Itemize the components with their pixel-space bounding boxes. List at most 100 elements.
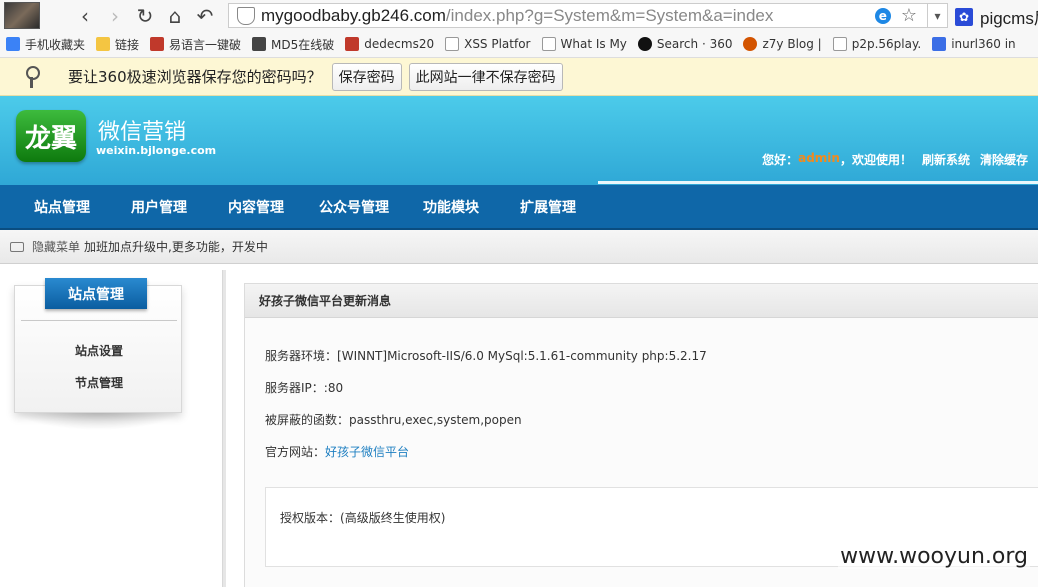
bookmark-item[interactable]: inurl360 in xyxy=(932,37,1016,51)
url-path: /index.php?g=System&m=System&a=index xyxy=(445,5,774,25)
main-nav: 站点管理 用户管理 内容管理 公众号管理 功能模块 扩展管理 xyxy=(0,185,1038,230)
license-label: 授权版本： xyxy=(280,511,341,525)
server-env-label: 服务器环境： xyxy=(265,349,338,363)
server-env-row: 服务器环境：[WINNT]Microsoft-IIS/6.0 MySql:5.1… xyxy=(265,347,707,364)
user-info: 您好： admin ，欢迎使用！ 刷新系统 清除缓存 xyxy=(762,151,1028,168)
bookmark-item[interactable]: 手机收藏夹 xyxy=(6,36,85,53)
official-website-row: 官方网站：好孩子微信平台 xyxy=(265,443,409,460)
server-ip-row: 服务器IP：:80 xyxy=(265,379,343,396)
disabled-functions-label: 被屏蔽的函数： xyxy=(265,413,350,427)
license-value: (高级版终生使用权) xyxy=(340,511,446,525)
site-favicon xyxy=(345,37,360,51)
refresh-system-link[interactable]: 刷新系统 xyxy=(922,151,970,168)
sidebar-item-site-settings[interactable]: 站点设置 xyxy=(15,342,183,359)
undo-icon[interactable]: ↶ xyxy=(190,1,220,31)
folder-icon xyxy=(96,37,111,51)
site-subtitle: weixin.bjlonge.com xyxy=(96,144,217,157)
nav-user-management[interactable]: 用户管理 xyxy=(131,197,187,217)
site-title: 微信营销 xyxy=(98,120,187,145)
page-icon xyxy=(445,37,460,51)
nav-feature-modules[interactable]: 功能模块 xyxy=(423,197,479,217)
home-icon[interactable]: ⌂ xyxy=(160,1,190,31)
watermark: www.wooyun.org xyxy=(838,544,1030,569)
tab-preview-title: pigcms后 xyxy=(980,9,1038,28)
reload-icon[interactable]: ↻ xyxy=(130,1,160,31)
bug-icon xyxy=(743,37,758,51)
save-password-button[interactable]: 保存密码 xyxy=(331,62,402,91)
bookmark-item[interactable]: MD5在线破 xyxy=(252,36,334,53)
nav-content-management[interactable]: 内容管理 xyxy=(228,197,284,217)
server-ip-label: 服务器IP： xyxy=(265,381,324,395)
clear-cache-link[interactable]: 清除缓存 xyxy=(980,151,1028,168)
panel-title: 好孩子微信平台更新消息 xyxy=(245,284,1038,318)
sidebar-shadow xyxy=(14,410,182,430)
bookmark-label: 手机收藏夹 xyxy=(25,37,86,52)
avatar[interactable] xyxy=(4,2,40,29)
sidebar-item-node-management[interactable]: 节点管理 xyxy=(15,374,183,391)
greeting-suffix: ，欢迎使用！ xyxy=(839,153,912,167)
chevron-down-icon[interactable]: ▾ xyxy=(927,4,947,27)
site-favicon xyxy=(150,37,165,51)
page-icon xyxy=(832,37,847,51)
notice-text: 加班加点升级中,更多功能，开发中 xyxy=(84,240,268,254)
paw-icon: ✿ xyxy=(955,7,973,26)
shield-icon xyxy=(237,6,255,25)
key-icon xyxy=(24,65,40,88)
password-prompt-text: 要让360极速浏览器保存您的密码吗？ xyxy=(68,68,322,86)
bookmark-item[interactable]: 易语言一键破 xyxy=(150,36,241,53)
bookmark-label: 易语言一键破 xyxy=(169,37,242,52)
github-icon xyxy=(637,37,652,51)
ie-icon[interactable]: e xyxy=(874,7,891,24)
url-text: mygoodbaby.gb246.com/index.php?g=System&… xyxy=(261,6,773,26)
bookmark-label: Search · 360 xyxy=(656,37,733,51)
url-host: mygoodbaby.gb246.com xyxy=(261,5,446,25)
bookmark-label: What Is My xyxy=(560,37,627,51)
bookmark-item[interactable]: XSS Platfor xyxy=(445,37,531,51)
layout-divider xyxy=(222,270,226,587)
disabled-functions-value: passthru,exec,system,popen xyxy=(349,413,522,427)
site-favicon xyxy=(252,37,267,51)
page-icon xyxy=(541,37,556,51)
phone-icon xyxy=(6,37,20,51)
menu-toggle-icon[interactable] xyxy=(10,241,24,252)
nav-site-management[interactable]: 站点管理 xyxy=(34,197,90,217)
hide-menu-link[interactable]: 隐藏菜单 xyxy=(32,238,80,255)
logo[interactable]: 龙翼 xyxy=(16,110,86,162)
sidebar-divider xyxy=(21,320,177,321)
bookmark-item[interactable]: dedecms20 xyxy=(345,37,434,51)
bookmark-item[interactable]: What Is My xyxy=(541,37,627,51)
bookmark-item[interactable]: 链接 xyxy=(96,36,139,53)
bookmark-label: inurl360 in xyxy=(951,37,1016,51)
forward-icon[interactable]: › xyxy=(100,1,130,31)
bookmark-item[interactable]: Search · 360 xyxy=(637,37,733,51)
browser-toolbar: ‹ › ↻ ⌂ ↶ mygoodbaby.gb246.com/index.php… xyxy=(0,0,1038,31)
star-icon[interactable]: ☆ xyxy=(901,5,917,26)
address-bar[interactable]: mygoodbaby.gb246.com/index.php?g=System&… xyxy=(228,3,948,28)
bookmark-item[interactable]: z7y Blog | xyxy=(743,37,822,51)
sidebar-title[interactable]: 站点管理 xyxy=(45,278,147,309)
bookmarks-bar: 手机收藏夹 链接 易语言一键破 MD5在线破 dedecms20 XSS Pla… xyxy=(0,31,1038,58)
google-icon xyxy=(932,37,947,51)
never-save-button[interactable]: 此网站一律不保存密码 xyxy=(408,62,563,91)
tab-preview[interactable]: ✿ pigcms后 xyxy=(955,4,1038,29)
sidebar: 站点管理 站点设置 节点管理 xyxy=(14,278,183,413)
bookmark-label: 链接 xyxy=(115,37,140,52)
back-icon[interactable]: ‹ xyxy=(70,1,100,31)
official-website-label: 官方网站： xyxy=(265,445,326,459)
bookmark-item[interactable]: p2p.56play. xyxy=(832,37,922,51)
update-message-panel: 好孩子微信平台更新消息 服务器环境：[WINNT]Microsoft-IIS/6… xyxy=(244,283,1038,587)
username[interactable]: admin xyxy=(798,151,840,168)
license-text: 授权版本：(高级版终生使用权) xyxy=(280,509,445,526)
server-env-value: [WINNT]Microsoft-IIS/6.0 MySql:5.1.61-co… xyxy=(337,349,707,363)
notice-bar: 隐藏菜单 加班加点升级中,更多功能，开发中 xyxy=(0,230,1038,264)
header-divider xyxy=(598,181,1038,184)
nav-account-management[interactable]: 公众号管理 xyxy=(319,197,389,217)
bookmark-label: MD5在线破 xyxy=(271,37,335,52)
bookmark-label: p2p.56play. xyxy=(851,37,922,51)
official-website-link[interactable]: 好孩子微信平台 xyxy=(325,445,409,459)
bookmark-label: z7y Blog | xyxy=(762,37,822,51)
greeting-prefix: 您好： xyxy=(762,153,799,167)
site-header: 龙翼 微信营销 weixin.bjlonge.com 您好： admin ，欢迎… xyxy=(0,96,1038,185)
server-ip-value: :80 xyxy=(323,381,344,395)
nav-extension-management[interactable]: 扩展管理 xyxy=(520,197,576,217)
